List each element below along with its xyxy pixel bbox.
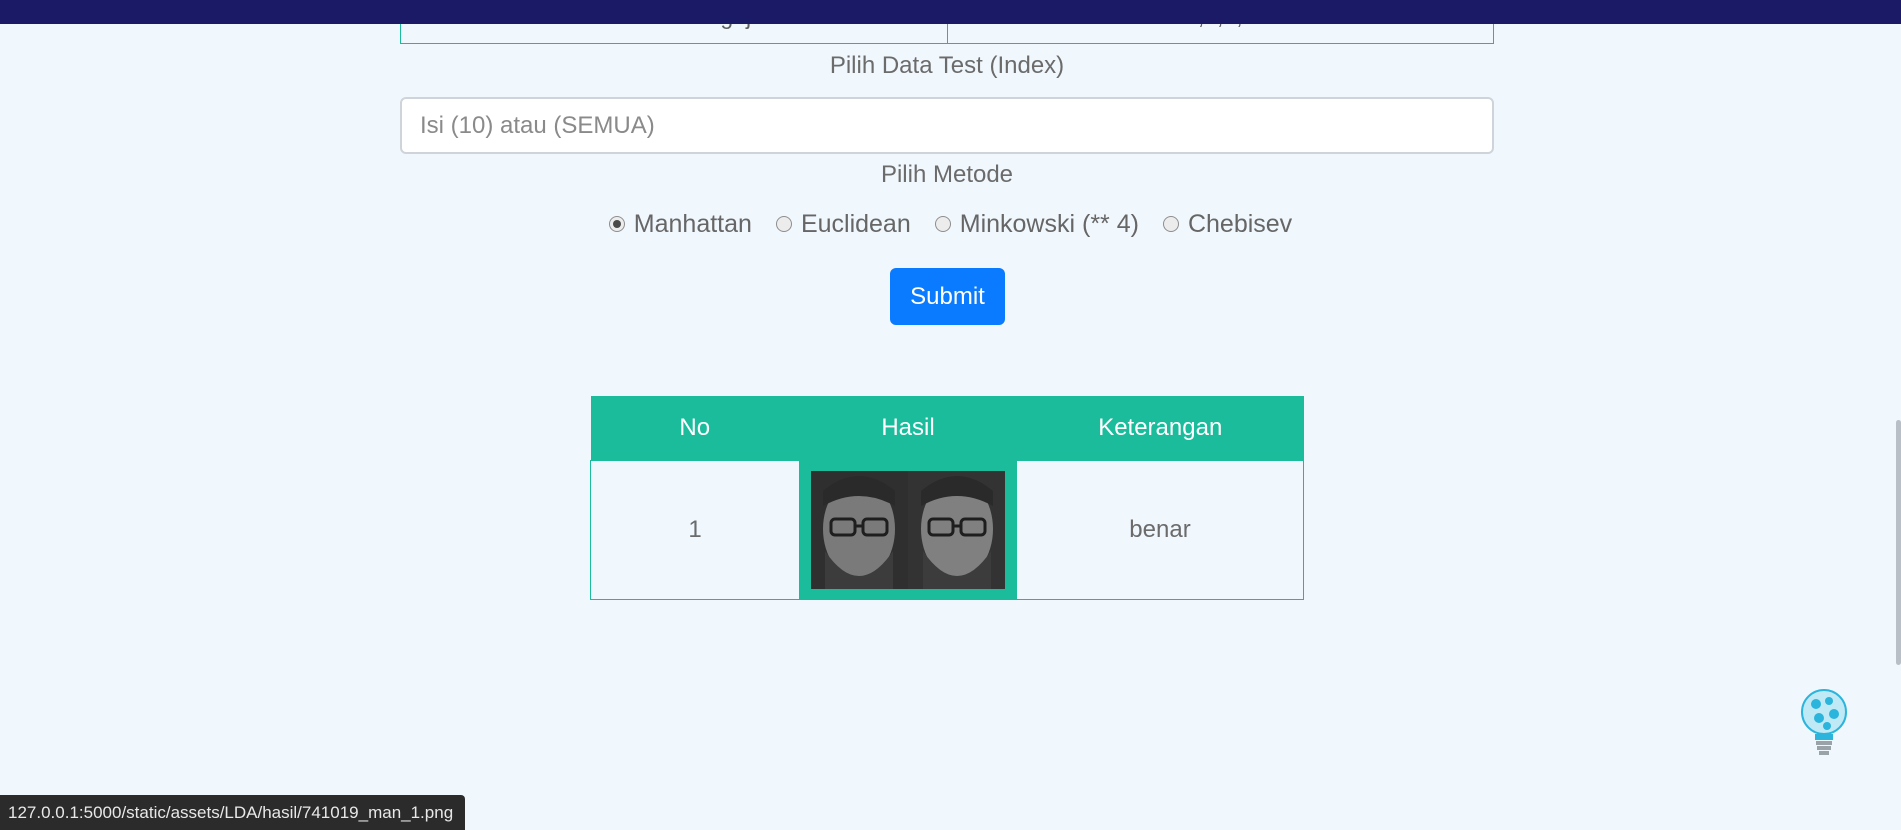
- method-label: Pilih Metode: [880, 161, 1014, 188]
- row-no: 1: [590, 460, 799, 600]
- face-pair-image[interactable]: [811, 471, 1005, 589]
- submit-button[interactable]: Submit: [890, 268, 1005, 325]
- method-option-euclidean[interactable]: Euclidean: [775, 209, 911, 239]
- row-keterangan: benar: [1017, 460, 1304, 600]
- radio-chebisev[interactable]: [1162, 216, 1179, 232]
- page-scrollbar[interactable]: [1896, 420, 1901, 665]
- result-header-row: No Hasil Keterangan: [590, 396, 1304, 461]
- table-row: 1 benar: [590, 460, 1304, 600]
- radio-manhattan[interactable]: [608, 216, 625, 232]
- result-table: No Hasil Keterangan 1 benar: [590, 396, 1304, 600]
- method-radio-group: Manhattan Euclidean Minkowski (** 4) Che…: [0, 208, 1901, 240]
- method-label-manhattan: Manhattan: [633, 209, 752, 238]
- method-label-euclidean: Euclidean: [800, 209, 911, 238]
- header-no: No: [590, 396, 799, 461]
- header-hasil: Hasil: [799, 396, 1017, 461]
- row-hasil-cell: [799, 460, 1017, 600]
- method-label-chebisev: Chebisev: [1187, 209, 1293, 238]
- lightbulb-icon[interactable]: [1799, 688, 1849, 768]
- method-option-minkowski[interactable]: Minkowski (** 4): [934, 209, 1139, 239]
- status-bar-url: 127.0.0.1:5000/static/assets/LDA/hasil/7…: [0, 795, 466, 830]
- navbar: [0, 0, 1901, 24]
- method-label-minkowski: Minkowski (** 4): [959, 209, 1139, 238]
- header-keterangan: Keterangan: [1017, 396, 1304, 461]
- method-option-chebisev[interactable]: Chebisev: [1162, 209, 1293, 239]
- test-data-label: Pilih Data Test (Index): [829, 52, 1065, 79]
- radio-minkowski[interactable]: [934, 216, 951, 232]
- method-option-manhattan[interactable]: Manhattan: [608, 209, 752, 239]
- radio-euclidean[interactable]: [775, 216, 792, 232]
- test-index-input[interactable]: [400, 97, 1494, 154]
